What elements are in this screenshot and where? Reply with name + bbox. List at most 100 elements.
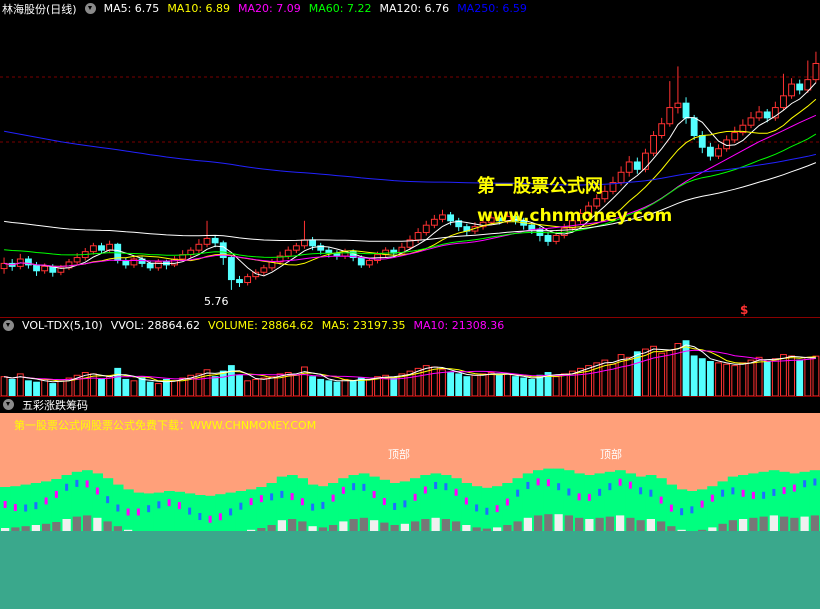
candle-body xyxy=(682,102,690,119)
volume-chart[interactable] xyxy=(0,334,820,396)
candle-body xyxy=(439,214,446,220)
chip-gray-bar xyxy=(544,514,553,531)
price-chart[interactable] xyxy=(0,17,820,317)
volume-bar xyxy=(309,376,316,396)
chip-gray-bar xyxy=(380,522,389,531)
chip-gray-bar xyxy=(83,515,92,531)
volume-bar xyxy=(8,378,16,396)
chip-gray-bar xyxy=(329,525,338,531)
chevron-down-icon[interactable] xyxy=(3,399,14,410)
chip-green-bar xyxy=(41,481,52,531)
stock-title[interactable]: 林海股份(日线) xyxy=(2,1,77,17)
volume-bar xyxy=(89,373,97,396)
chevron-down-icon[interactable] xyxy=(3,320,14,331)
chip-gray-bar xyxy=(769,515,778,531)
candle-body xyxy=(650,135,657,154)
candle-body xyxy=(633,161,641,170)
chip-gray-bar xyxy=(780,516,789,531)
candle-body xyxy=(788,83,796,97)
watermark-title: 第一股票公式网 xyxy=(477,176,603,197)
volume-bar xyxy=(98,378,105,396)
candle-body xyxy=(642,152,649,170)
chip-green-bar xyxy=(153,492,165,531)
chip-gray-bar xyxy=(513,521,522,531)
candle-body xyxy=(195,243,203,251)
volume-bar xyxy=(244,380,252,396)
chip-gray-bar xyxy=(257,528,266,531)
candle-body xyxy=(33,264,40,272)
volume-bar xyxy=(236,374,243,396)
chip-title[interactable]: 五彩涨跌筹码 xyxy=(22,397,88,413)
chip-gray-bar xyxy=(503,525,512,531)
volume-bar xyxy=(650,345,657,396)
ma5-label: MA5: 6.75 xyxy=(103,2,160,15)
volume-bar xyxy=(349,380,357,396)
chip-gray-bar xyxy=(390,525,399,531)
volume-bar xyxy=(122,378,130,396)
ma120-line xyxy=(4,162,817,242)
chip-gray-bar xyxy=(749,517,758,531)
candle-body xyxy=(690,117,698,137)
volume-bar xyxy=(447,372,455,396)
chip-green-bar xyxy=(461,483,472,531)
volume-bar xyxy=(723,363,731,396)
ma60-label: MA60: 7.22 xyxy=(308,2,372,15)
candle-body xyxy=(780,95,787,109)
chip-gray-bar xyxy=(564,515,573,531)
chip-green-bar xyxy=(235,491,247,531)
candle-body xyxy=(146,262,154,269)
chip-gray-bar xyxy=(790,517,799,531)
chip-gray-bar xyxy=(298,521,307,531)
volume-bar xyxy=(154,383,162,396)
candle-body xyxy=(617,171,625,184)
volume-bar xyxy=(33,381,40,396)
vvol-label: VVOL: 28864.62 xyxy=(110,319,201,332)
volume-bar xyxy=(268,376,276,396)
volume-bar xyxy=(747,359,755,396)
volume-bar xyxy=(341,378,349,396)
candle-body xyxy=(260,267,268,273)
volume-bar xyxy=(666,349,674,396)
chip-gray-bar xyxy=(21,526,30,531)
volume-bar xyxy=(739,362,747,396)
candle-body xyxy=(41,265,49,272)
chip-green-bar xyxy=(215,494,226,531)
volume-bar xyxy=(463,376,471,396)
volume-label: VOLUME: 28864.62 xyxy=(208,319,314,332)
volume-bar xyxy=(715,362,722,396)
volume-bar xyxy=(146,381,154,396)
candle-body xyxy=(796,83,804,91)
volume-bar xyxy=(479,373,487,396)
top-label-2: 顶部 xyxy=(600,448,622,461)
candle-body xyxy=(763,111,771,119)
chip-gray-bar xyxy=(288,519,297,531)
chip-gray-bar xyxy=(441,519,450,531)
chip-green-bar xyxy=(246,489,257,531)
chip-gray-bar xyxy=(42,523,51,531)
candle-body xyxy=(430,218,438,226)
chip-green-bar xyxy=(328,483,339,531)
chip-gray-bar xyxy=(113,526,122,531)
chip-gray-bar xyxy=(698,529,707,531)
vol-ma5-label: MA5: 23197.35 xyxy=(321,319,406,332)
candle-body xyxy=(593,198,601,207)
volume-bar xyxy=(260,377,268,396)
volume-bar xyxy=(106,376,114,396)
volume-bar xyxy=(771,358,779,396)
ma10-label: MA10: 6.89 xyxy=(167,2,231,15)
volume-bar xyxy=(658,352,666,396)
chip-gray-bar xyxy=(31,525,40,531)
volume-title[interactable]: VOL-TDX(5,10) xyxy=(22,319,103,332)
chip-gray-bar xyxy=(728,520,737,531)
chip-green-bar xyxy=(194,495,206,531)
chip-gray-bar xyxy=(493,527,502,531)
candle-body xyxy=(414,232,422,241)
candle-body xyxy=(552,234,560,242)
volume-bar xyxy=(227,365,235,396)
chevron-down-icon[interactable] xyxy=(84,3,96,14)
chip-green-bar xyxy=(707,486,718,531)
chip-chart[interactable] xyxy=(0,413,820,609)
volume-bar xyxy=(292,374,300,396)
chip-gray-bar xyxy=(103,521,112,531)
volume-bar xyxy=(625,356,633,396)
